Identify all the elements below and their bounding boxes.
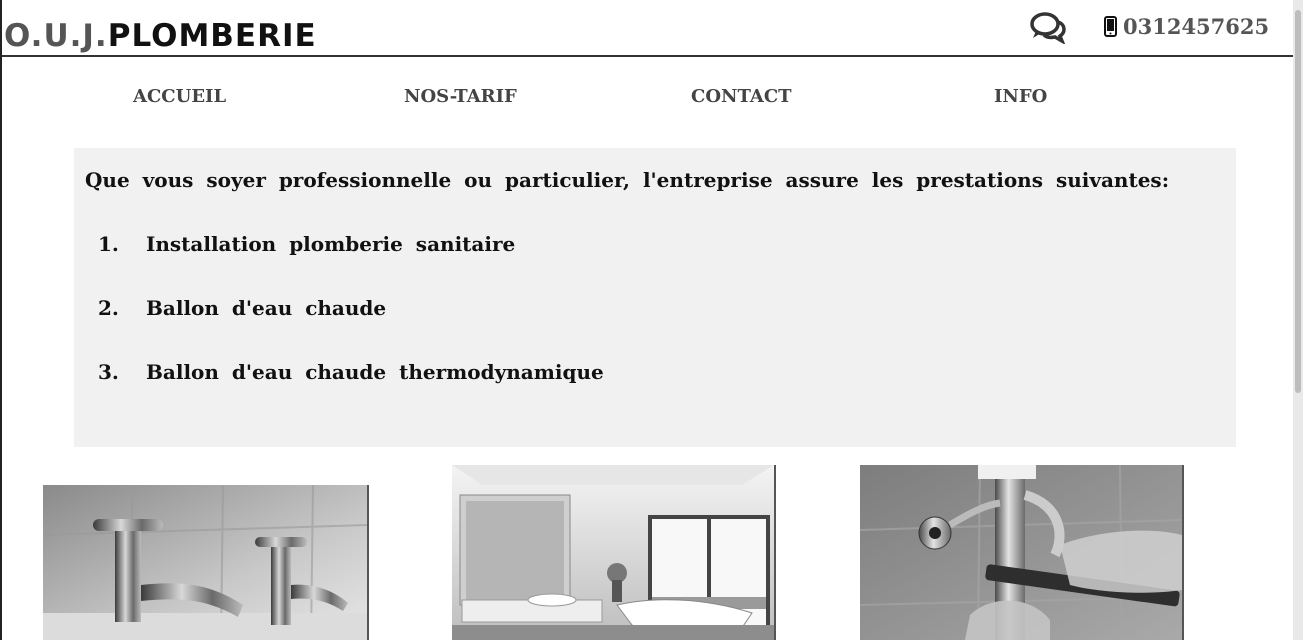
nav-item-nos-tarif[interactable]: NOS-TARIF [404,86,517,107]
nav-item-contact[interactable]: CONTACT [691,86,792,107]
service-item: 1. Installation plomberie sanitaire [98,232,515,256]
bathroom-photo [452,465,776,640]
nav-item-accueil[interactable]: ACCUEIL [133,86,226,107]
phone-contact[interactable]: 0312457625 [1104,12,1269,40]
faucet-photo [43,485,369,640]
phone-number: 0312457625 [1123,13,1270,39]
service-label: Ballon d'eau chaude [146,296,387,320]
site-logo[interactable]: O.U.J.PLOMBERIE [4,16,317,56]
service-number: 2. [98,296,119,320]
services-panel: Que vous soyer professionnelle ou partic… [74,148,1236,447]
vertical-scrollbar[interactable] [1293,0,1303,640]
service-number: 1. [98,232,119,256]
site-header: O.U.J.PLOMBERIE 0312457625 [2,0,1295,57]
nav-item-info[interactable]: INFO [994,86,1047,107]
plumber-pipe-photo [860,465,1184,640]
mobile-phone-icon [1104,15,1117,37]
service-label: Installation plomberie sanitaire [146,232,516,256]
scrollbar-thumb[interactable] [1295,10,1301,393]
page: O.U.J.PLOMBERIE 0312457625 ACCUEIL NOS-T… [0,0,1295,640]
service-item: 3. Ballon d'eau chaude thermodynamique [98,360,604,384]
chat-icon[interactable] [1028,10,1068,44]
service-label: Ballon d'eau chaude thermodynamique [146,360,604,384]
services-intro: Que vous soyer professionnelle ou partic… [85,168,1170,192]
logo-main: PLOMBERIE [107,18,317,54]
service-number: 3. [98,360,119,384]
logo-prefix: O.U.J. [4,18,108,54]
service-item: 2. Ballon d'eau chaude [98,296,386,320]
main-nav: ACCUEIL NOS-TARIF CONTACT INFO [2,86,1295,114]
